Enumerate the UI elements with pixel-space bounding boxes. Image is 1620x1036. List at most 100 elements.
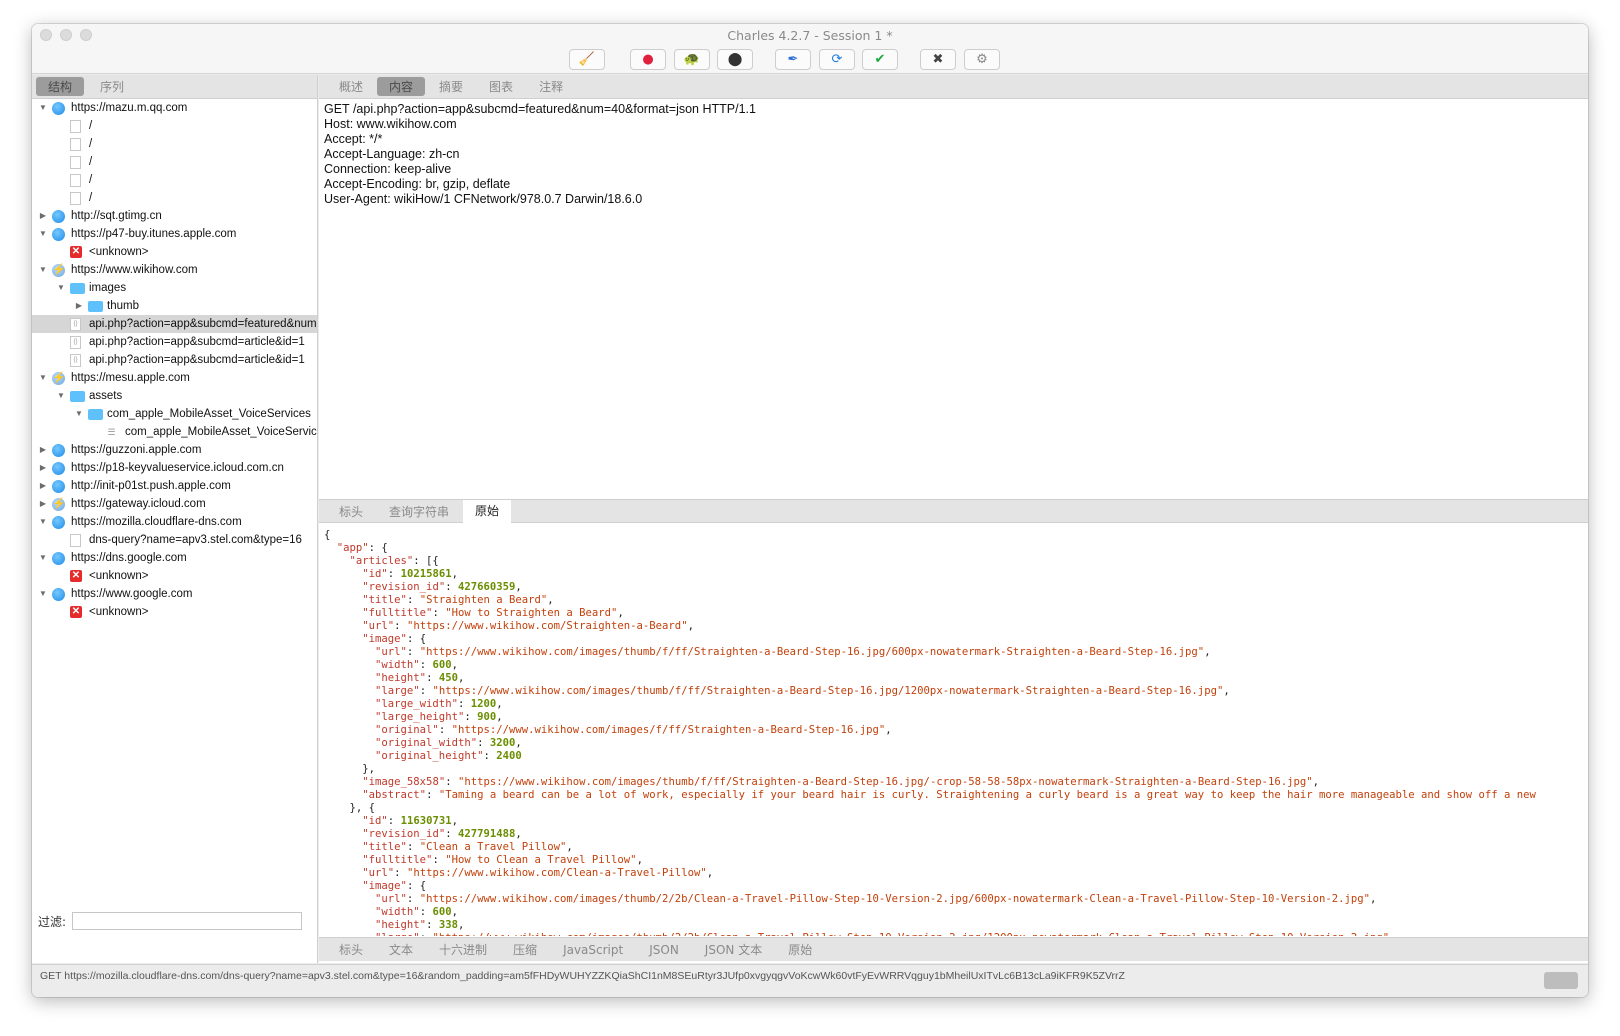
- tree-row[interactable]: ✕ <unknown>: [32, 567, 317, 585]
- request-view-tab[interactable]: 标头: [327, 502, 375, 521]
- tree-row[interactable]: ▼ ⚡ https://mesu.apple.com: [32, 369, 317, 387]
- tab-sequence[interactable]: 序列: [88, 77, 136, 96]
- detail-tab[interactable]: 图表: [477, 77, 525, 96]
- json-punct: [324, 672, 375, 684]
- json-punct: ,: [885, 724, 892, 736]
- disclosure-closed-icon[interactable]: ▶: [38, 207, 48, 225]
- response-view-tab[interactable]: 文本: [377, 940, 425, 959]
- broom-button[interactable]: 🧹: [569, 49, 605, 70]
- tree-row[interactable]: /: [32, 171, 317, 189]
- disclosure-closed-icon[interactable]: ▶: [38, 495, 48, 513]
- json-punct: },: [324, 763, 376, 775]
- repeat-refresh-button[interactable]: ⟳: [819, 49, 855, 70]
- disclosure-open-icon[interactable]: ▼: [38, 225, 48, 243]
- json-punct: :: [445, 828, 458, 840]
- response-view-tab[interactable]: JSON: [637, 942, 691, 958]
- tree-row[interactable]: ▼ assets: [32, 387, 317, 405]
- app-window: Charles 4.2.7 - Session 1 * 🧹 ● 🐢 ⬤ ✒ ⟳ ✔ ✖ ⚙ 结构…: [32, 24, 1588, 997]
- tree-row[interactable]: ▼ images: [32, 279, 317, 297]
- response-view-tab[interactable]: JSON 文本: [693, 940, 774, 959]
- json-punct: [324, 776, 362, 788]
- disclosure-closed-icon[interactable]: ▶: [74, 297, 84, 315]
- response-view-tab[interactable]: JavaScript: [551, 942, 635, 958]
- tree-row[interactable]: ▼ ⚡ https://www.wikihow.com: [32, 261, 317, 279]
- breakpoint-button[interactable]: ⬤: [717, 49, 753, 70]
- tree-row[interactable]: /: [32, 153, 317, 171]
- tree-label: /: [89, 138, 93, 150]
- tree-row[interactable]: ▶ https://p18-keyvalueservice.icloud.com.…: [32, 459, 317, 477]
- json-punct: :: [445, 776, 458, 788]
- request-view-tab[interactable]: 原始: [463, 499, 512, 523]
- disclosure-open-icon[interactable]: ▼: [38, 513, 48, 531]
- json-punct: :: [406, 893, 420, 905]
- response-view-tabs: 标头 文本 十六进制 压缩 JavaScript JSON JSON 文本 原始: [319, 937, 1588, 961]
- lightning-host-icon: ⚡: [52, 372, 66, 385]
- json-string: "How to Straighten a Beard": [445, 607, 618, 619]
- tree-row[interactable]: ▶ http://init-p01st.push.apple.com: [32, 477, 317, 495]
- tree-row[interactable]: ▼ com_apple_MobileAsset_VoiceServices: [32, 405, 317, 423]
- request-view-tabs: 标头 查询字符串 原始: [319, 499, 1588, 523]
- disclosure-open-icon[interactable]: ▼: [38, 585, 48, 603]
- detail-tab[interactable]: 内容: [377, 77, 426, 96]
- disclosure-closed-icon[interactable]: ▶: [38, 441, 48, 459]
- json-string: "Straighten a Beard": [419, 594, 548, 606]
- disclosure-open-icon[interactable]: ▼: [56, 387, 66, 405]
- request-raw-view: GET /api.php?action=app&subcmd=featured&…: [319, 99, 1588, 499]
- tree-row[interactable]: {} api.php?action=app&subcmd=featured&num…: [32, 315, 317, 333]
- tree-row[interactable]: ✕ <unknown>: [32, 243, 317, 261]
- disclosure-closed-icon[interactable]: ▶: [38, 477, 48, 495]
- json-line: "fulltitle": "How to Clean a Travel Pill…: [324, 854, 1588, 867]
- tree-row[interactable]: dns-query?name=apv3.stel.com&type=16: [32, 531, 317, 549]
- throttle-turtle-button[interactable]: 🐢: [674, 49, 710, 70]
- response-view-tab[interactable]: 标头: [327, 940, 375, 959]
- json-key: "height": [375, 919, 427, 931]
- tree-row[interactable]: ▼ https://mozilla.cloudflare-dns.com: [32, 513, 317, 531]
- compose-pen-button[interactable]: ✒: [775, 49, 811, 70]
- json-punct: }, {: [324, 802, 376, 814]
- status-toggle-button[interactable]: [1544, 972, 1578, 989]
- json-punct: ,: [617, 607, 624, 619]
- tree-row[interactable]: ☰ com_apple_MobileAsset_VoiceServices: [32, 423, 317, 441]
- tree-row[interactable]: ▶ thumb: [32, 297, 317, 315]
- validate-check-button[interactable]: ✔: [862, 49, 898, 70]
- tree-row[interactable]: /: [32, 189, 317, 207]
- json-string: "How to Clean a Travel Pillow": [445, 854, 637, 866]
- tree-row[interactable]: ✕ <unknown>: [32, 603, 317, 621]
- disclosure-open-icon[interactable]: ▼: [38, 549, 48, 567]
- toolbar: 🧹 ● 🐢 ⬤ ✒ ⟳ ✔ ✖ ⚙: [32, 49, 1588, 73]
- disclosure-open-icon[interactable]: ▼: [38, 99, 48, 117]
- json-punct: [324, 646, 375, 658]
- disclosure-open-icon[interactable]: ▼: [56, 279, 66, 297]
- tree-row[interactable]: ▶ http://sqt.gtimg.cn: [32, 207, 317, 225]
- detail-tab[interactable]: 概述: [327, 77, 375, 96]
- disclosure-open-icon[interactable]: ▼: [38, 261, 48, 279]
- settings-gear-button[interactable]: ⚙: [964, 49, 1000, 70]
- detail-tab[interactable]: 注释: [527, 77, 575, 96]
- response-view-tab[interactable]: 原始: [776, 940, 824, 959]
- disclosure-open-icon[interactable]: ▼: [74, 405, 84, 423]
- tree-row[interactable]: /: [32, 117, 317, 135]
- disclosure-open-icon[interactable]: ▼: [38, 369, 48, 387]
- disclosure-closed-icon[interactable]: ▶: [38, 459, 48, 477]
- tree-row[interactable]: {} api.php?action=app&subcmd=article&id=1: [32, 351, 317, 369]
- json-line: "large_width": 1200,: [324, 698, 1588, 711]
- tree-row[interactable]: ▶ https://guzzoni.apple.com: [32, 441, 317, 459]
- tree-row[interactable]: ▼ https://www.google.com: [32, 585, 317, 603]
- json-key: "abstract": [362, 789, 427, 801]
- response-view-tab[interactable]: 十六进制: [427, 940, 499, 959]
- tree-row[interactable]: ▶ ⚡ https://gateway.icloud.com: [32, 495, 317, 513]
- response-view-tab[interactable]: 压缩: [501, 940, 549, 959]
- record-button[interactable]: ●: [630, 49, 666, 70]
- tree-row[interactable]: {} api.php?action=app&subcmd=article&id=1: [32, 333, 317, 351]
- tree-row[interactable]: ▼ https://mazu.m.qq.com: [32, 99, 317, 117]
- tree-row[interactable]: /: [32, 135, 317, 153]
- detail-tab[interactable]: 摘要: [427, 77, 475, 96]
- request-view-tab[interactable]: 查询字符串: [377, 502, 461, 521]
- tree-row[interactable]: ▼ https://p47-buy.itunes.apple.com: [32, 225, 317, 243]
- json-punct: [324, 815, 362, 827]
- tools-button[interactable]: ✖: [920, 49, 956, 70]
- tab-structure[interactable]: 结构: [36, 77, 85, 96]
- tree-row[interactable]: ▼ https://dns.google.com: [32, 549, 317, 567]
- filter-input[interactable]: [72, 912, 303, 930]
- tree-label: https://guzzoni.apple.com: [71, 444, 202, 456]
